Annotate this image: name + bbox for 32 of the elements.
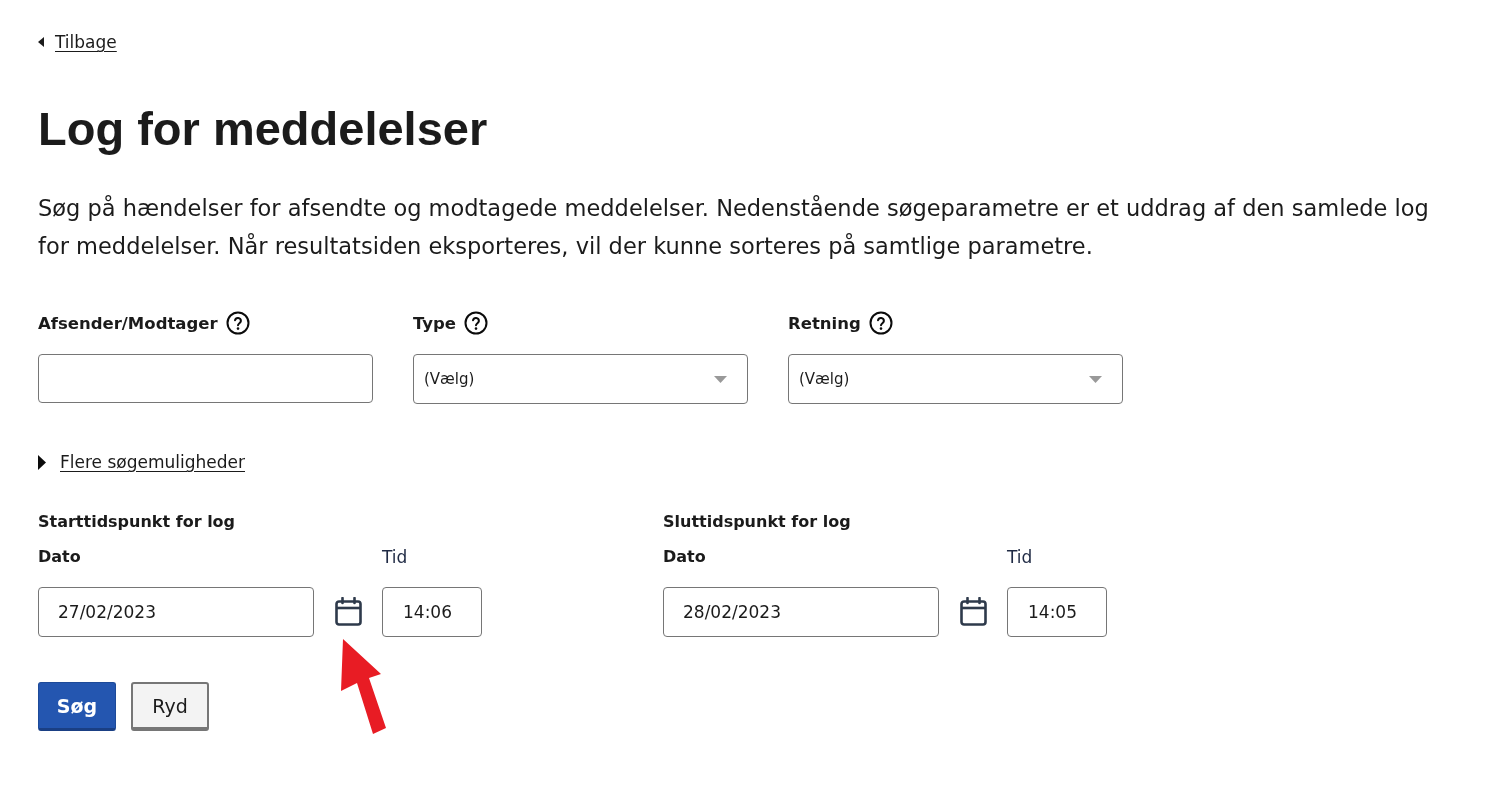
calendar-icon <box>960 597 987 626</box>
field-label: Dato <box>38 546 81 568</box>
more-options-link[interactable]: Flere søgemuligheder <box>60 452 245 472</box>
field-label: Dato <box>663 546 706 568</box>
clear-button[interactable]: Ryd <box>131 682 209 731</box>
text-input-field[interactable] <box>38 354 373 403</box>
field-label: Tid <box>382 546 408 569</box>
calendar-icon <box>335 597 362 626</box>
field-label: Afsender/Modtager <box>38 313 218 333</box>
page-title: Log for meddelelser <box>38 101 489 157</box>
time-input-field[interactable]: 14:06 <box>382 587 482 637</box>
back-link[interactable]: Tilbage <box>55 32 117 52</box>
section-heading: Sluttidspunkt for log <box>663 511 852 533</box>
date-input-field[interactable]: 28/02/2023 <box>663 587 939 637</box>
calendar-button[interactable] <box>960 597 987 626</box>
field-label: Tid <box>1007 546 1033 569</box>
select-field[interactable]: (Vælg) <box>413 354 748 404</box>
time-input-field[interactable]: 14:05 <box>1007 587 1107 637</box>
field-label: Retning <box>788 313 861 333</box>
date-input-field[interactable]: 27/02/2023 <box>38 587 314 637</box>
dropdown-caret-icon <box>714 375 727 383</box>
help-icon[interactable] <box>225 311 250 335</box>
section-heading: Starttidspunkt for log <box>38 511 237 533</box>
dropdown-caret-icon <box>1089 375 1102 383</box>
help-icon[interactable] <box>464 311 489 335</box>
help-icon[interactable] <box>868 311 893 335</box>
calendar-button[interactable] <box>335 597 362 626</box>
select-field[interactable]: (Vælg) <box>788 354 1123 404</box>
back-caret-icon <box>38 37 44 47</box>
field-label: Type <box>413 313 457 333</box>
search-button[interactable]: Søg <box>38 682 116 731</box>
description-text: Søg på hændelser for afsendte og modtagede meddelelser. Nedenstående søgeparametre er et uddrag af den samlede log for meddelelser. Når resultatsiden eksporteres, vil der kunne sorteres på samtlige parametre. <box>38 194 1430 261</box>
